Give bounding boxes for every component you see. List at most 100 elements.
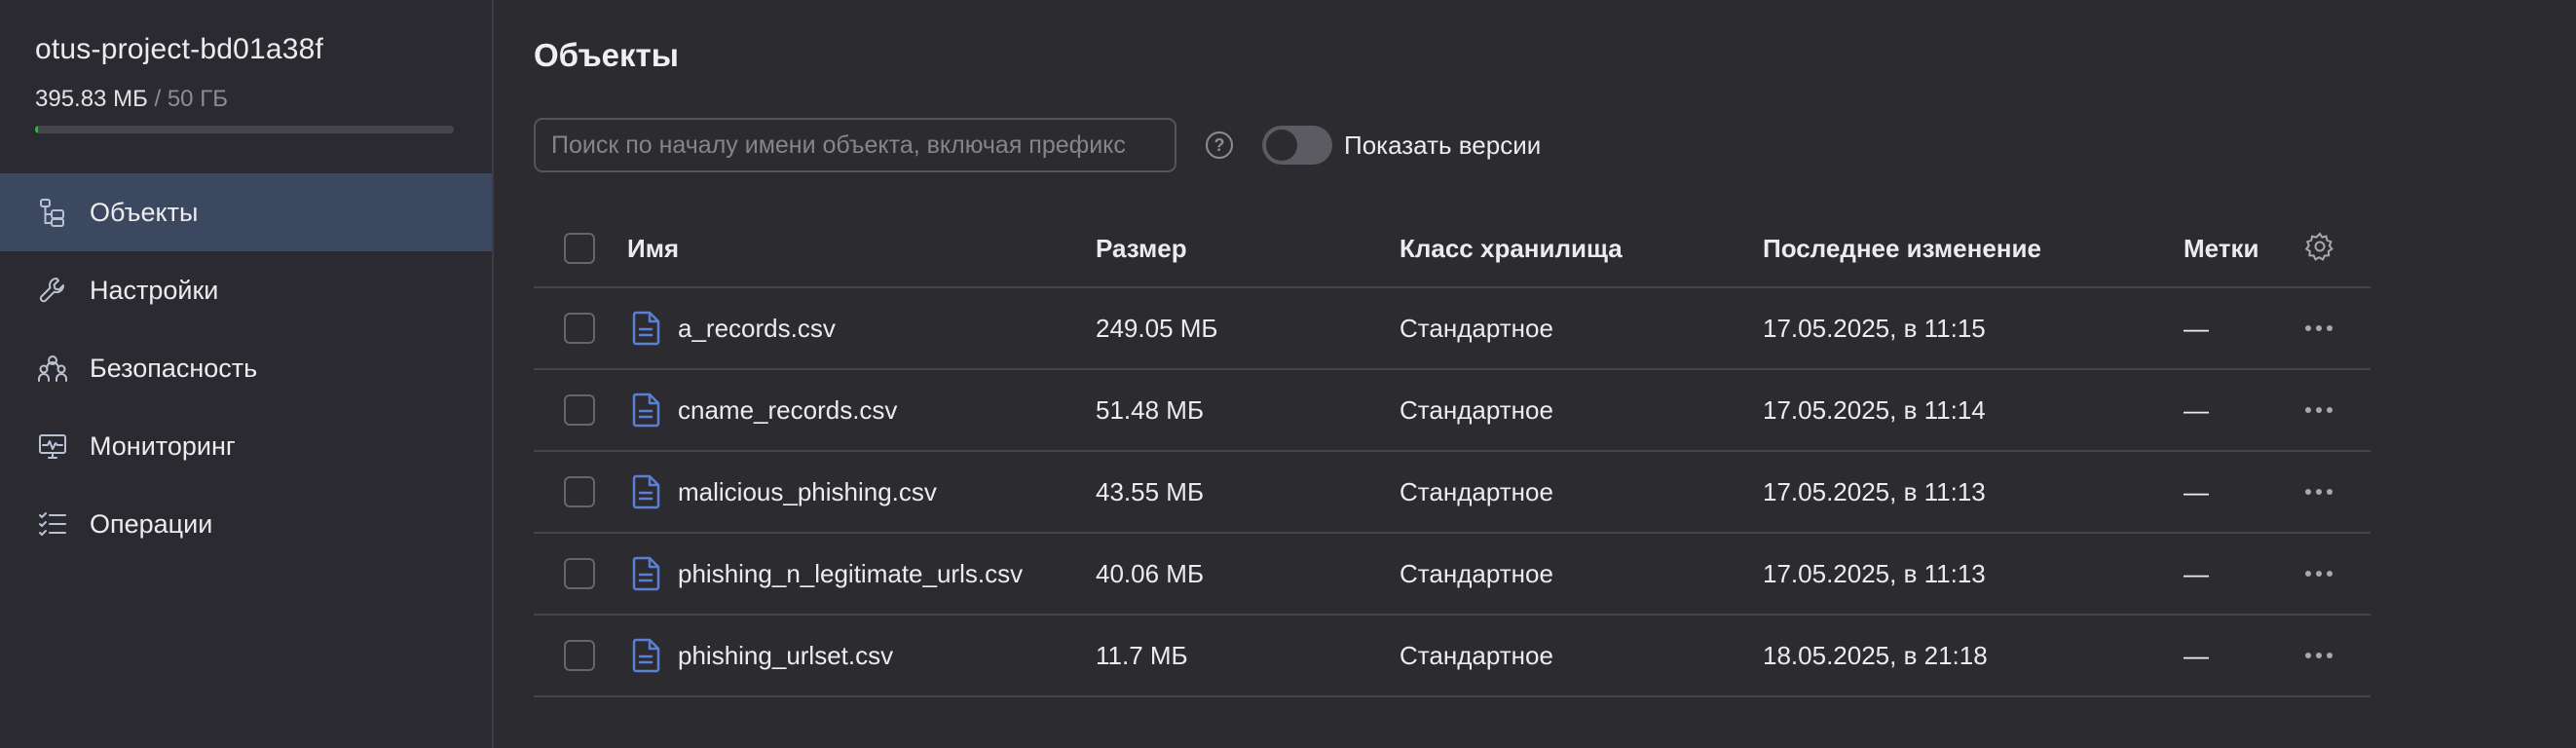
more-actions-icon[interactable]: [2303, 563, 2334, 584]
select-all-checkbox[interactable]: [564, 233, 595, 264]
file-size: 249.05 МБ: [1096, 313, 1218, 343]
file-name-cell[interactable]: a_records.csv: [627, 310, 836, 347]
table-row[interactable]: phishing_n_legitimate_urls.csv 40.06 МБ …: [534, 534, 2371, 616]
column-settings-cell: [2303, 230, 2336, 268]
tags-value: —: [2184, 394, 2209, 425]
objects-table: Имя Размер Класс хранилища Последнее изм…: [534, 210, 2371, 697]
objects-tree-icon: [35, 195, 70, 230]
storage-class: Стандартное: [1400, 476, 1553, 506]
more-actions-icon[interactable]: [2303, 645, 2334, 666]
file-size: 51.48 МБ: [1096, 394, 1205, 425]
sidebar-item-security[interactable]: Безопасность: [0, 329, 492, 407]
file-icon: [631, 473, 662, 510]
row-checkbox-cell: [564, 558, 595, 589]
usage-used: 395.83 МБ: [35, 86, 148, 112]
search-input[interactable]: [534, 118, 1176, 172]
row-actions-cell: [2303, 645, 2334, 666]
more-actions-icon[interactable]: [2303, 481, 2334, 503]
table-row[interactable]: cname_records.csv 51.48 МБ Стандартное 1…: [534, 370, 2371, 452]
file-size: 43.55 МБ: [1096, 476, 1205, 506]
file-name-cell[interactable]: cname_records.csv: [627, 392, 897, 429]
column-header-size[interactable]: Размер: [1096, 234, 1187, 264]
row-actions-cell: [2303, 399, 2334, 421]
row-checkbox-cell: [564, 313, 595, 344]
file-size: 11.7 МБ: [1096, 640, 1188, 670]
select-all-cell: [564, 233, 595, 264]
sidebar-nav: Объекты Настройки Безопасность Мониторин…: [0, 173, 492, 563]
sidebar-item-operations[interactable]: Операции: [0, 485, 492, 563]
sidebar: otus-project-bd01a38f 395.83 МБ / 50 ГБ …: [0, 0, 494, 748]
modified-date: 17.05.2025, в 11:15: [1763, 313, 1986, 343]
tags-value: —: [2184, 640, 2209, 670]
file-name[interactable]: phishing_n_legitimate_urls.csv: [678, 559, 1023, 589]
table-header-row: Имя Размер Класс хранилища Последнее изм…: [534, 210, 2371, 288]
file-icon: [631, 310, 662, 347]
toggle-knob: [1266, 130, 1297, 161]
modified-date: 17.05.2025, в 11:13: [1763, 558, 1986, 588]
file-icon: [631, 637, 662, 674]
more-actions-icon[interactable]: [2303, 318, 2334, 339]
sidebar-item-label: Объекты: [90, 197, 199, 227]
file-name-cell[interactable]: phishing_n_legitimate_urls.csv: [627, 555, 1023, 592]
usage-total: / 50 ГБ: [147, 86, 228, 112]
row-actions-cell: [2303, 481, 2334, 503]
row-checkbox[interactable]: [564, 394, 595, 426]
help-icon[interactable]: ?: [1206, 131, 1233, 159]
modified-date: 17.05.2025, в 11:13: [1763, 476, 1986, 506]
checklist-icon: [35, 506, 70, 542]
usage-progress-fill: [35, 126, 39, 133]
column-header-class[interactable]: Класс хранилища: [1400, 234, 1623, 264]
storage-class: Стандартное: [1400, 313, 1553, 343]
modified-date: 17.05.2025, в 11:14: [1763, 394, 1986, 425]
file-name[interactable]: a_records.csv: [678, 314, 836, 344]
column-header-name[interactable]: Имя: [627, 234, 679, 264]
toolbar: ? Показать версии: [534, 118, 1541, 172]
sidebar-item-label: Безопасность: [90, 353, 258, 383]
page-title: Объекты: [534, 37, 679, 73]
file-name-cell[interactable]: phishing_urlset.csv: [627, 637, 893, 674]
file-name[interactable]: phishing_urlset.csv: [678, 641, 893, 671]
row-checkbox[interactable]: [564, 558, 595, 589]
tags-value: —: [2184, 313, 2209, 343]
show-versions-toggle[interactable]: [1262, 126, 1332, 165]
sidebar-item-label: Мониторинг: [90, 430, 236, 461]
sidebar-item-objects[interactable]: Объекты: [0, 173, 492, 251]
show-versions-label: Показать версии: [1344, 130, 1542, 160]
gear-icon[interactable]: [2303, 230, 2336, 268]
row-checkbox-cell: [564, 476, 595, 507]
wrench-icon: [35, 273, 70, 308]
file-name-cell[interactable]: malicious_phishing.csv: [627, 473, 937, 510]
tags-value: —: [2184, 476, 2209, 506]
table-row[interactable]: phishing_urlset.csv 11.7 МБ Стандартное …: [534, 616, 2371, 697]
usage-progress-bar: [35, 126, 454, 133]
row-checkbox[interactable]: [564, 313, 595, 344]
sidebar-item-label: Операции: [90, 508, 213, 539]
app-window: otus-project-bd01a38f 395.83 МБ / 50 ГБ …: [0, 0, 2576, 748]
storage-class: Стандартное: [1400, 558, 1553, 588]
bucket-name: otus-project-bd01a38f: [35, 33, 324, 65]
users-icon: [35, 351, 70, 386]
storage-class: Стандартное: [1400, 394, 1553, 425]
tags-value: —: [2184, 558, 2209, 588]
storage-class: Стандартное: [1400, 640, 1553, 670]
column-header-tags[interactable]: Метки: [2184, 234, 2259, 264]
row-checkbox-cell: [564, 394, 595, 426]
main-content: Объекты ? Показать версии Имя Размер Кла…: [494, 0, 2576, 748]
row-checkbox-cell: [564, 640, 595, 671]
row-checkbox[interactable]: [564, 476, 595, 507]
sidebar-item-settings[interactable]: Настройки: [0, 251, 492, 329]
file-icon: [631, 555, 662, 592]
table-row[interactable]: malicious_phishing.csv 43.55 МБ Стандарт…: [534, 452, 2371, 534]
file-name[interactable]: malicious_phishing.csv: [678, 477, 937, 507]
sidebar-item-monitoring[interactable]: Мониторинг: [0, 407, 492, 485]
storage-usage: 395.83 МБ / 50 ГБ: [35, 86, 228, 113]
column-header-modified[interactable]: Последнее изменение: [1763, 234, 2041, 264]
row-checkbox[interactable]: [564, 640, 595, 671]
monitor-chart-icon: [35, 429, 70, 464]
file-name[interactable]: cname_records.csv: [678, 395, 897, 426]
sidebar-item-label: Настройки: [90, 275, 219, 305]
more-actions-icon[interactable]: [2303, 399, 2334, 421]
file-icon: [631, 392, 662, 429]
file-size: 40.06 МБ: [1096, 558, 1205, 588]
table-row[interactable]: a_records.csv 249.05 МБ Стандартное 17.0…: [534, 288, 2371, 370]
